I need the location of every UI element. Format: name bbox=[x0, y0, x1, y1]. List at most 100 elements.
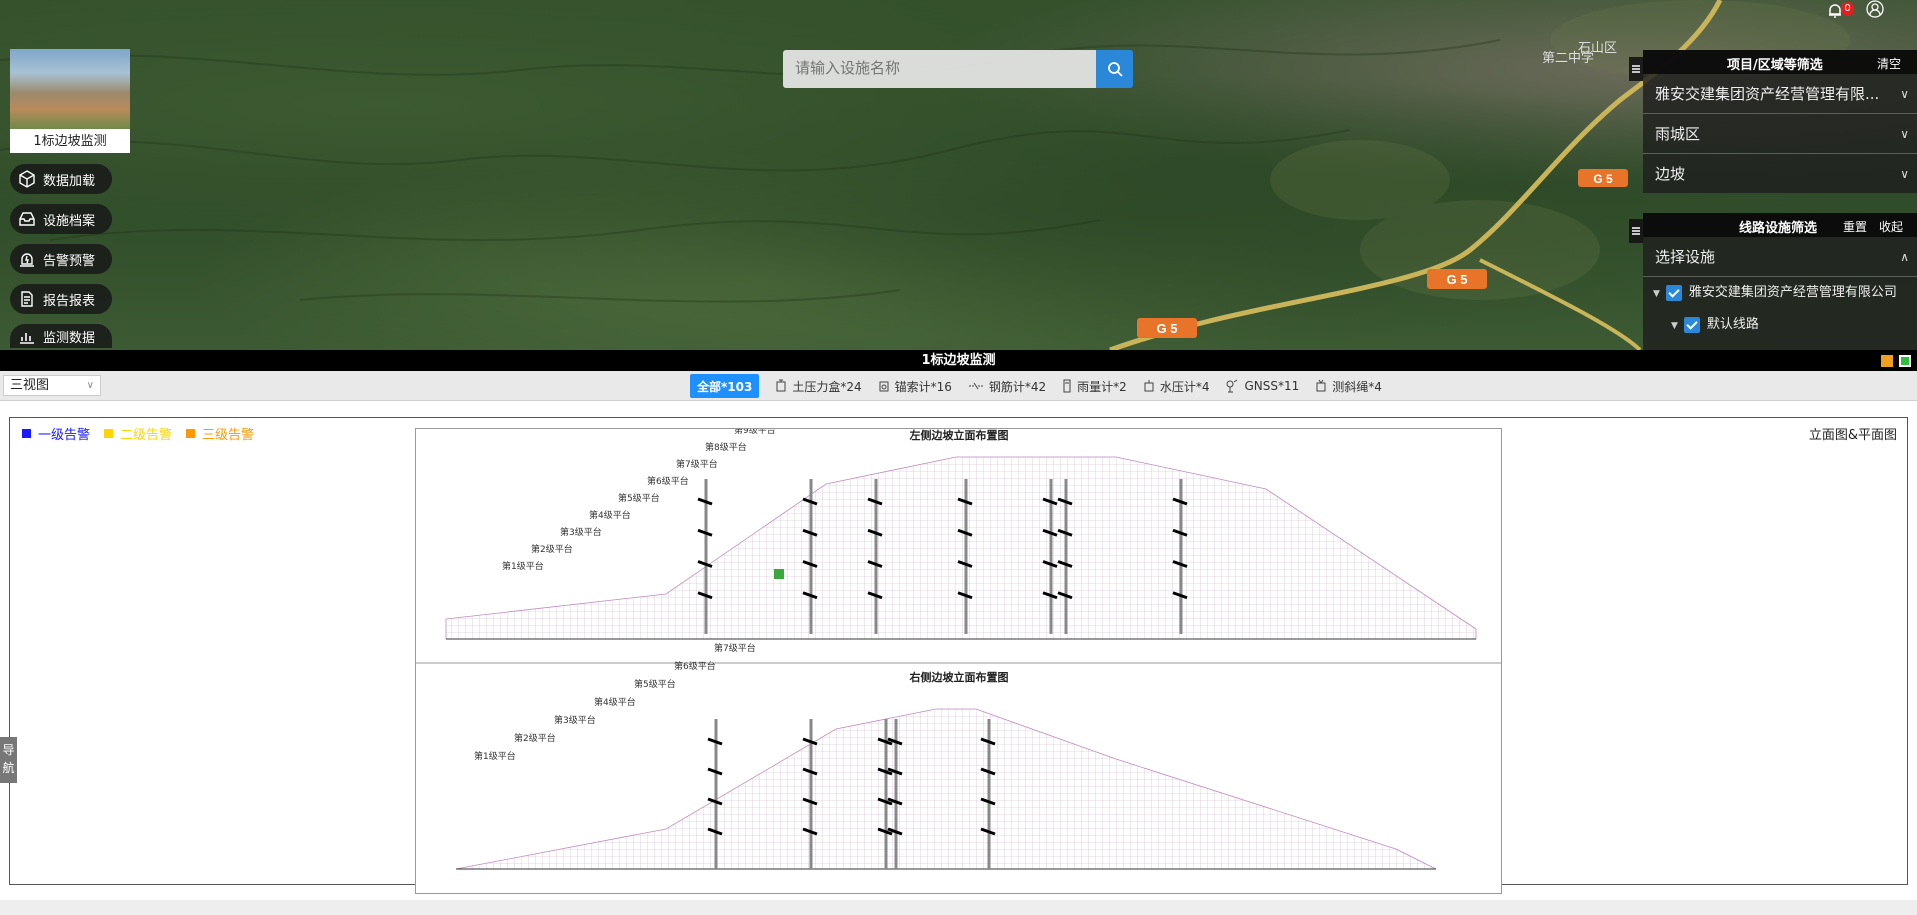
svg-text:G 5: G 5 bbox=[1157, 321, 1178, 336]
select-facility-toggle[interactable]: 选择设施 ∧ bbox=[1643, 237, 1917, 277]
legend-level3: 三级告警 bbox=[186, 424, 254, 443]
platform-label: 第3级平台 bbox=[554, 714, 596, 726]
platform-label: 第2级平台 bbox=[514, 732, 556, 744]
reset-button[interactable]: 重置 bbox=[1843, 218, 1867, 235]
chevron-down-icon: ∨ bbox=[86, 380, 94, 391]
filter-type-select[interactable]: 边坡 ∨ bbox=[1643, 154, 1917, 194]
chevron-down-icon: ∨ bbox=[1900, 127, 1909, 141]
app-root: G 5 G 5 G 5 石山区 第二中学 1标边坡监测 数据加载 设施档案 告警… bbox=[0, 0, 1917, 915]
platform-label: 第6级平台 bbox=[674, 660, 716, 672]
filter-panel-toggle[interactable] bbox=[1629, 57, 1643, 81]
notification-badge: 0 bbox=[1841, 2, 1854, 16]
water-pressure-icon bbox=[1144, 380, 1154, 392]
collapse-button[interactable]: 收起 bbox=[1879, 218, 1903, 235]
filter-anchor-meter[interactable]: 锚索计*16 bbox=[878, 374, 952, 398]
platform-label: 第5级平台 bbox=[618, 492, 660, 504]
menu-label: 设施档案 bbox=[43, 213, 96, 229]
search-icon bbox=[1107, 62, 1123, 77]
status-bar bbox=[0, 900, 1917, 915]
tree-node-company[interactable]: ▼ 雅安交建集团资产经营管理有限公司 bbox=[1643, 277, 1917, 309]
facility-search bbox=[783, 50, 1133, 88]
filter-value: 雨城区 bbox=[1655, 125, 1701, 143]
viewer-title: 1标边坡监测 bbox=[0, 350, 1917, 371]
filter-inclinometer[interactable]: 测斜绳*4 bbox=[1315, 374, 1382, 398]
platform-label: 第4级平台 bbox=[589, 509, 631, 521]
minimize-button[interactable] bbox=[1881, 355, 1893, 367]
menu-icon bbox=[1632, 65, 1640, 73]
right-platform-labels: 第1级平台 第2级平台 第3级平台 第4级平台 第5级平台 第6级平台 第7级平台 bbox=[474, 642, 756, 762]
view-mode-select[interactable]: 三视图 ∨ bbox=[3, 375, 101, 396]
sensor-filters: 全部*103 土压力盒*24 锚索计*16 钢筋计*42 雨量计*2 水压计*4… bbox=[690, 374, 1398, 398]
chart-icon bbox=[20, 333, 34, 344]
left-drawing-title: 左侧边坡立面布置图 bbox=[909, 429, 1009, 442]
legend-label: 一级告警 bbox=[38, 428, 91, 443]
rebar-meter-icon bbox=[968, 382, 983, 390]
filter-rain-gauge[interactable]: 雨量计*2 bbox=[1062, 374, 1127, 398]
menu-label: 数据加载 bbox=[43, 173, 96, 189]
thumbnail-caption: 1标边坡监测 bbox=[33, 134, 107, 149]
tree-label: 雅安交建集团资产经营管理有限公司 bbox=[1688, 285, 1897, 300]
legend-swatch bbox=[186, 429, 196, 438]
filter-company-select[interactable]: 雅安交建集团资产经营管理有限... ∨ bbox=[1643, 74, 1917, 114]
line-checkbox[interactable] bbox=[1683, 316, 1700, 333]
left-slope-body bbox=[445, 456, 1477, 640]
select-facility-label: 选择设施 bbox=[1655, 248, 1716, 266]
line-panel-toggle[interactable] bbox=[1629, 219, 1643, 243]
company-checkbox[interactable] bbox=[1665, 284, 1682, 301]
legend-level1: 一级告警 bbox=[22, 424, 90, 443]
menu-label: 告警预警 bbox=[43, 253, 96, 269]
menu-item-facility-archive[interactable]: 设施档案 bbox=[10, 204, 112, 234]
platform-label: 第5级平台 bbox=[634, 678, 676, 690]
inclinometer-icon bbox=[1316, 379, 1326, 392]
filter-label: 水压计*4 bbox=[1159, 379, 1210, 394]
filter-panel: 项目/区域等筛选 清空 雅安交建集团资产经营管理有限... ∨ 雨城区 ∨ 边坡 ∨ bbox=[1643, 50, 1917, 193]
anchor-meter-icon bbox=[879, 381, 889, 392]
chevron-up-icon: ∧ bbox=[1900, 250, 1909, 264]
filter-pressure-cell[interactable]: 土压力盒*24 bbox=[775, 374, 862, 398]
clear-button[interactable]: 清空 bbox=[1877, 55, 1901, 72]
slope-elevation-drawing[interactable]: 左侧边坡立面布置图 第1级平台 第2级平台 第3级平台 第4级平台 第5级平台 第6级平台… bbox=[415, 428, 1502, 894]
platform-label: 第7级平台 bbox=[676, 458, 718, 470]
rain-gauge-icon bbox=[1063, 379, 1071, 393]
alarm-legend: 一级告警 二级告警 三级告警 bbox=[22, 424, 268, 443]
chevron-down-icon: ∨ bbox=[1900, 87, 1909, 101]
filter-panel-header: 项目/区域等筛选 清空 bbox=[1643, 50, 1917, 74]
tree-node-default-line[interactable]: ▼ 默认线路 bbox=[1643, 309, 1917, 341]
right-drawing-title: 右侧边坡立面布置图 bbox=[909, 670, 1009, 684]
caret-down-icon: ▼ bbox=[1653, 289, 1660, 299]
document-icon bbox=[21, 291, 33, 307]
facility-thumbnail[interactable]: 1标边坡监测 bbox=[10, 49, 130, 153]
search-input[interactable] bbox=[783, 50, 1096, 88]
alarm-icon bbox=[20, 253, 34, 267]
filter-rebar-meter[interactable]: 钢筋计*42 bbox=[968, 374, 1046, 398]
right-slope-body bbox=[455, 708, 1437, 870]
pressure-cell-icon bbox=[776, 379, 786, 392]
filter-gnss[interactable]: GNSS*11 bbox=[1225, 374, 1299, 398]
filter-value: 边坡 bbox=[1655, 165, 1686, 183]
menu-item-data-load[interactable]: 数据加载 bbox=[10, 164, 112, 194]
nav-label: 导航 bbox=[2, 743, 15, 775]
gnss-icon bbox=[1226, 379, 1238, 393]
user-icon[interactable] bbox=[1866, 0, 1884, 18]
chevron-down-icon: ∨ bbox=[1900, 167, 1909, 181]
maximize-button[interactable] bbox=[1899, 355, 1911, 367]
filter-all[interactable]: 全部*103 bbox=[690, 374, 760, 398]
place-label: 第二中学 bbox=[1542, 50, 1594, 65]
menu-item-alarm[interactable]: 告警预警 bbox=[10, 244, 112, 274]
search-button[interactable] bbox=[1096, 50, 1133, 88]
viewer-toolbar: 三视图 ∨ 全部*103 土压力盒*24 锚索计*16 钢筋计*42 雨量计*2… bbox=[0, 371, 1917, 401]
legend-swatch bbox=[22, 429, 31, 438]
filter-label: 土压力盒*24 bbox=[792, 379, 862, 394]
filter-district-select[interactable]: 雨城区 ∨ bbox=[1643, 114, 1917, 154]
nav-tab[interactable]: 导航 bbox=[0, 737, 17, 783]
menu-item-monitor-data[interactable]: 监测数据 bbox=[10, 324, 112, 348]
slope-photo bbox=[10, 49, 130, 129]
menu-icon bbox=[1632, 227, 1640, 235]
menu-item-report[interactable]: 报告报表 bbox=[10, 284, 112, 314]
platform-label: 第4级平台 bbox=[594, 696, 636, 708]
filter-water-pressure[interactable]: 水压计*4 bbox=[1143, 374, 1210, 398]
sensor-highlight[interactable] bbox=[774, 569, 784, 579]
satellite-map[interactable]: G 5 G 5 G 5 石山区 第二中学 1标边坡监测 数据加载 设施档案 告警… bbox=[0, 0, 1917, 350]
inbox-icon bbox=[19, 212, 35, 226]
legend-label: 三级告警 bbox=[202, 428, 255, 443]
